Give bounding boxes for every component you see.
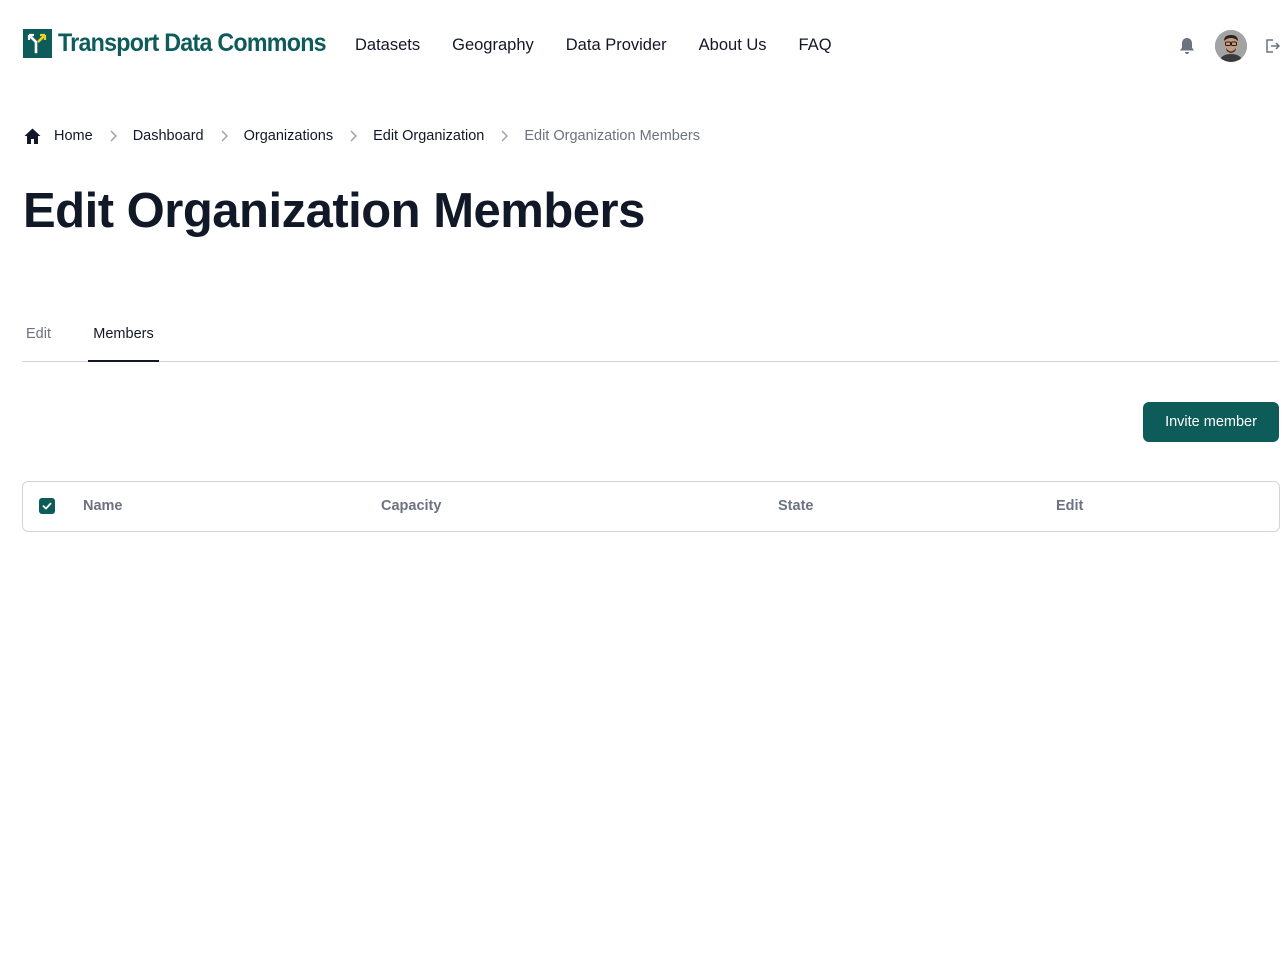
nav-faq[interactable]: FAQ: [799, 36, 832, 55]
select-all-checkbox[interactable]: [39, 498, 55, 514]
column-header-state[interactable]: State: [778, 498, 813, 514]
breadcrumb-current: Edit Organization Members: [524, 128, 701, 144]
bell-icon[interactable]: [1177, 36, 1197, 56]
main-nav: Datasets Geography Data Provider About U…: [355, 36, 864, 55]
brand-name: Transport Data Commons: [58, 29, 327, 57]
chevron-right-icon: [93, 130, 133, 142]
chevron-right-icon: [204, 130, 244, 142]
column-header-edit[interactable]: Edit: [1056, 498, 1083, 514]
breadcrumb-dashboard[interactable]: Dashboard: [133, 128, 204, 144]
breadcrumb-organizations[interactable]: Organizations: [244, 128, 333, 144]
logout-icon[interactable]: [1264, 38, 1281, 54]
chevron-right-icon: [333, 130, 373, 142]
nav-data-provider[interactable]: Data Provider: [566, 36, 667, 55]
column-header-capacity[interactable]: Capacity: [381, 498, 441, 514]
column-header-name[interactable]: Name: [83, 498, 123, 514]
check-icon: [42, 502, 52, 510]
home-icon[interactable]: [23, 127, 42, 146]
breadcrumb-home[interactable]: Home: [54, 128, 93, 144]
breadcrumb: Home Dashboard Organizations Edit Organi…: [23, 125, 700, 147]
nav-about-us[interactable]: About Us: [699, 36, 767, 55]
tab-edit[interactable]: Edit: [26, 326, 51, 342]
invite-member-button[interactable]: Invite member: [1143, 402, 1279, 442]
chevron-right-icon: [484, 130, 524, 142]
nav-geography[interactable]: Geography: [452, 36, 534, 55]
brand-logo[interactable]: Transport Data Commons: [23, 29, 346, 58]
members-table: Name Capacity State Edit: [22, 481, 1280, 532]
nav-datasets[interactable]: Datasets: [355, 36, 420, 55]
tab-members[interactable]: Members: [88, 326, 159, 362]
breadcrumb-edit-organization[interactable]: Edit Organization: [373, 128, 484, 144]
tab-bar: Edit Members: [22, 318, 1279, 362]
avatar[interactable]: [1215, 30, 1247, 62]
page-title: Edit Organization Members: [23, 184, 645, 238]
logo-icon: [23, 29, 52, 58]
site-header: Transport Data Commons Datasets Geograph…: [0, 0, 1288, 92]
